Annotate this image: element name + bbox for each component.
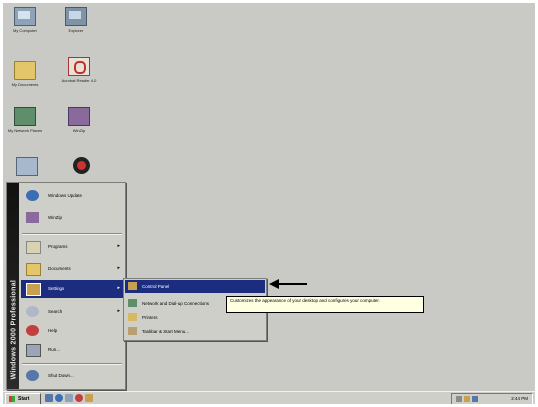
- menu-item-label: Programs: [48, 244, 68, 249]
- shutdown-icon: [26, 370, 39, 381]
- menu-item-search[interactable]: Search ▸: [21, 303, 124, 321]
- start-menu-banner: Windows 2000 Professional: [7, 183, 19, 389]
- control-panel-icon: [128, 282, 137, 290]
- documents-icon: [26, 263, 41, 276]
- clock[interactable]: 2:44 PM: [511, 396, 528, 401]
- desktop: My Computer Explorer My Documents Acroba…: [3, 3, 535, 404]
- menu-item-help[interactable]: Help: [21, 322, 124, 340]
- submenu-item-control-panel[interactable]: Control Panel: [125, 280, 265, 293]
- acrobat-reader-icon: [68, 57, 90, 76]
- menu-item-label: Run...: [48, 347, 61, 352]
- windows-update-icon: [26, 190, 39, 201]
- run-icon: [26, 344, 41, 357]
- recycle-bin-shortcut[interactable]: [7, 157, 47, 176]
- menu-item-programs[interactable]: Programs ▸: [21, 238, 124, 256]
- windows-logo-icon: [9, 396, 15, 402]
- submenu-item-label: Network and Dial-up Connections: [142, 301, 210, 306]
- explorer-icon: [65, 7, 87, 26]
- menu-item-documents[interactable]: Documents ▸: [21, 260, 124, 278]
- desktop-icon-label: Acrobat Reader 4.0: [61, 78, 97, 83]
- menu-item-run[interactable]: Run...: [21, 341, 124, 359]
- network-connections-icon: [128, 299, 137, 307]
- submenu-arrow-icon: ▸: [117, 265, 120, 271]
- acrobat-reader-shortcut[interactable]: Acrobat Reader 4.0: [59, 57, 99, 83]
- submenu-arrow-icon: ▸: [117, 308, 120, 314]
- tray-network-icon[interactable]: [456, 396, 462, 402]
- start-button[interactable]: Start: [5, 393, 41, 404]
- quick-launch-tool-icon[interactable]: [85, 394, 93, 402]
- menu-item-shut-down[interactable]: Shut Down...: [21, 367, 124, 385]
- menu-item-label: WinZip: [48, 215, 63, 220]
- submenu-arrow-icon: ▸: [117, 243, 120, 249]
- desktop-icon-label: My Network Places: [7, 128, 43, 133]
- printers-icon: [128, 313, 137, 321]
- system-tray: 2:44 PM: [451, 393, 533, 404]
- winzip-shortcut[interactable]: WinZip: [59, 107, 99, 133]
- submenu-item-label: Control Panel: [142, 284, 170, 289]
- submenu-item-label: Printers: [142, 315, 158, 320]
- menu-item-label: Documents: [48, 266, 71, 271]
- callout-arrow-icon: [269, 279, 307, 289]
- menu-item-winzip[interactable]: WinZip: [21, 209, 124, 227]
- menu-item-windows-update[interactable]: Windows Update: [21, 187, 124, 205]
- desktop-icon-label: My Computer: [12, 28, 37, 33]
- menu-separator: [22, 233, 122, 235]
- tray-app-icon[interactable]: [472, 396, 478, 402]
- submenu-arrow-icon: ▸: [117, 285, 120, 291]
- menu-item-label: Windows Update: [48, 193, 83, 198]
- desktop-icon-label: My Documents: [11, 82, 39, 87]
- network-places-icon: [14, 107, 36, 126]
- menu-item-label: Search: [48, 309, 63, 314]
- my-documents-shortcut[interactable]: My Documents: [5, 61, 45, 87]
- menu-item-label: Shut Down...: [48, 373, 74, 378]
- app-icon: [72, 157, 90, 174]
- menu-item-label: Settings: [48, 286, 65, 291]
- banner-text: Windows 2000 Professional: [10, 279, 18, 380]
- my-computer-shortcut[interactable]: My Computer: [5, 7, 45, 33]
- quick-launch-desktop-icon[interactable]: [45, 394, 53, 402]
- taskbar-icon: [128, 327, 137, 335]
- submenu-item-label: Taskbar & Start Menu...: [142, 329, 190, 334]
- menu-item-settings[interactable]: Settings ▸: [21, 280, 124, 298]
- recycle-bin-icon: [16, 157, 38, 176]
- explorer-shortcut[interactable]: Explorer: [56, 7, 96, 33]
- tray-volume-icon[interactable]: [464, 396, 470, 402]
- help-icon: [26, 325, 39, 336]
- winzip-icon: [68, 107, 90, 126]
- winzip-icon: [26, 212, 39, 223]
- quick-launch-app-icon[interactable]: [75, 394, 83, 402]
- quick-launch-outlook-icon[interactable]: [65, 394, 73, 402]
- submenu-item-taskbar-start-menu[interactable]: Taskbar & Start Menu...: [125, 325, 265, 338]
- programs-icon: [26, 241, 41, 254]
- search-icon: [26, 306, 39, 317]
- menu-item-label: Help: [48, 328, 58, 333]
- desktop-icon-label: Explorer: [68, 28, 84, 33]
- taskbar: Start 2:44 PM: [3, 391, 535, 404]
- menu-separator: [22, 363, 122, 365]
- my-computer-icon: [14, 7, 36, 26]
- control-panel-tooltip: Customizes the appearance of your deskto…: [226, 296, 424, 313]
- app-shortcut[interactable]: [61, 157, 101, 174]
- folder-icon: [14, 61, 36, 80]
- network-places-shortcut[interactable]: My Network Places: [5, 107, 45, 133]
- desktop-icon-label: WinZip: [72, 128, 86, 133]
- start-menu: Windows 2000 Professional Windows Update…: [6, 182, 126, 390]
- settings-icon: [26, 283, 41, 296]
- start-button-label: Start: [18, 396, 30, 402]
- quick-launch-ie-icon[interactable]: [55, 394, 63, 402]
